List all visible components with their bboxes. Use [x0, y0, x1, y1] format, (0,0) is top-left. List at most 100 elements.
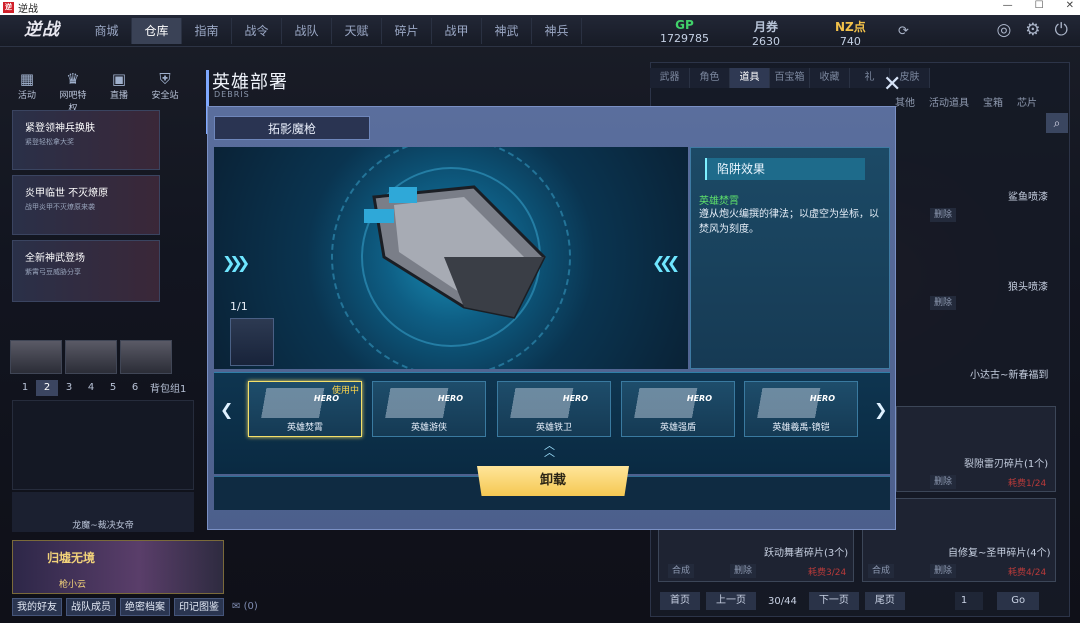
compose-button[interactable]: 合成: [668, 564, 695, 578]
inventory-subtab[interactable]: 活动道具: [929, 94, 969, 109]
nav-tab[interactable]: 商城: [82, 18, 132, 44]
page-tab[interactable]: 4: [80, 380, 102, 396]
nav-tab[interactable]: 神兵: [532, 18, 582, 44]
hero-card[interactable]: HERO 英雄强盾: [621, 381, 735, 437]
delete-button[interactable]: 删除: [930, 208, 957, 222]
hero-badge: HERO: [437, 394, 463, 403]
social-button[interactable]: 印记图鉴: [174, 598, 224, 616]
power-icon[interactable]: ⏻: [1055, 20, 1068, 40]
first-page-button[interactable]: 首页: [660, 592, 700, 610]
character-slot[interactable]: [120, 340, 172, 374]
hero-thumbnail[interactable]: [230, 318, 274, 366]
prev-hero-arrow[interactable]: ❮: [220, 400, 233, 419]
delete-button[interactable]: 删除: [930, 475, 957, 489]
character-slot[interactable]: [10, 340, 62, 374]
coupon-display: 月券 2630: [752, 18, 780, 48]
hero-art: [383, 388, 471, 418]
next-hero-arrow[interactable]: ❯: [874, 400, 887, 419]
inventory-subtab[interactable]: 芯片: [1017, 94, 1037, 109]
backpack-group[interactable]: 背包组1: [150, 380, 186, 395]
go-button[interactable]: Go: [997, 592, 1040, 610]
banner-2[interactable]: 炎甲临世 不灭燎原 战甲炎甲不灭燎原来袭: [12, 175, 160, 235]
page-tab[interactable]: 2: [36, 380, 58, 396]
sidebar-shortcut[interactable]: ⛨ 安全站: [150, 70, 180, 114]
close-icon[interactable]: ✕: [883, 74, 901, 96]
sidebar-shortcut[interactable]: ▣ 直播: [104, 70, 134, 114]
coupon-value: 2630: [752, 35, 780, 48]
nav-tab[interactable]: 战令: [232, 18, 282, 44]
target-icon[interactable]: ◎: [996, 20, 1011, 40]
item-price: 耗费1/24: [1008, 479, 1047, 489]
gp-value: 1729785: [660, 32, 709, 45]
hero-card[interactable]: HERO 英雄羲禹-镜铠: [744, 381, 858, 437]
gear-icon[interactable]: ⚙: [1025, 20, 1040, 40]
prev-page-button[interactable]: 上一页: [706, 592, 756, 610]
hero-badge: HERO: [562, 394, 588, 403]
nz-display: NZ点 740: [835, 18, 866, 48]
nav-tab[interactable]: 天赋: [332, 18, 382, 44]
character-slot[interactable]: [65, 340, 117, 374]
compose-button[interactable]: 合成: [868, 564, 895, 578]
delete-button[interactable]: 删除: [730, 564, 757, 578]
hero-name: 英雄强盾: [659, 423, 696, 433]
sidebar-shortcut-label: 安全站: [151, 91, 179, 101]
minimize-button[interactable]: —: [1003, 0, 1013, 11]
mail-icon[interactable]: ✉ (0): [228, 598, 262, 616]
inventory-tab[interactable]: 角色: [690, 68, 730, 88]
inventory-tab[interactable]: 武器: [650, 68, 690, 88]
window-title: 逆战: [18, 4, 38, 15]
page-tab[interactable]: 5: [102, 380, 124, 396]
refresh-icon[interactable]: ⟳: [898, 24, 909, 39]
sidebar-shortcut[interactable]: ♛ 网吧特权: [58, 70, 88, 114]
hero-name: 英雄铁卫: [535, 423, 572, 433]
inventory-tab[interactable]: 道具: [730, 68, 770, 88]
hero-badge: HERO: [809, 394, 835, 403]
effect-name: 英雄焚霄: [699, 196, 739, 207]
last-page-button[interactable]: 尾页: [864, 592, 905, 610]
modal-subtitle: DEBRIS: [214, 90, 250, 99]
social-button[interactable]: 战队成员: [66, 598, 116, 616]
main-nav-tabs: 商城 仓库 指南 战令 战队 天赋 碎片 战甲 神武 神兵: [82, 18, 582, 44]
nav-tab[interactable]: 战队: [282, 18, 332, 44]
unload-button[interactable]: 卸载: [477, 466, 629, 496]
page-input[interactable]: 1: [954, 592, 984, 610]
next-page-button[interactable]: 下一页: [808, 592, 859, 610]
page-tab[interactable]: 3: [58, 380, 80, 396]
trap-device-image: [364, 185, 546, 319]
effect-header: 陷阱效果: [705, 158, 865, 180]
nav-tab[interactable]: 碎片: [382, 18, 432, 44]
delete-button[interactable]: 删除: [930, 296, 957, 310]
sidebar-shortcut[interactable]: ▦ 活动: [12, 70, 42, 114]
weapon-preview: [214, 147, 688, 369]
weapon-tab[interactable]: 拓影魔枪: [214, 116, 370, 140]
hero-name: 英雄游侠: [410, 423, 447, 433]
banner-3[interactable]: 全新神武登场 紫霄弓豆威胁分享: [12, 240, 160, 302]
nav-tab[interactable]: 指南: [182, 18, 232, 44]
nav-tab[interactable]: 仓库: [132, 18, 182, 44]
inventory-item-name: 狼头喷漆: [1008, 282, 1048, 293]
delete-button[interactable]: 删除: [930, 564, 957, 578]
close-window-button[interactable]: ✕: [1066, 0, 1074, 11]
social-button[interactable]: 绝密档案: [120, 598, 170, 616]
page-tab[interactable]: 1: [14, 380, 36, 396]
nav-tab[interactable]: 战甲: [432, 18, 482, 44]
social-button[interactable]: 我的好友: [12, 598, 62, 616]
banner-1[interactable]: 紧登领神兵换肤 紧登轻松拿大奖: [12, 110, 160, 170]
inventory-subtabs: 其他 活动道具 宝箱 芯片: [895, 94, 1037, 109]
hero-card[interactable]: HERO 英雄铁卫: [497, 381, 611, 437]
sidebar-shortcut-label: 直播: [109, 91, 128, 101]
nav-tab[interactable]: 神武: [482, 18, 532, 44]
page-tab[interactable]: 6: [124, 380, 146, 396]
left-sidebar: ▦ 活动 ♛ 网吧特权 ▣ 直播 ⛨ 安全站: [10, 70, 182, 114]
inventory-subtab[interactable]: 宝箱: [983, 94, 1003, 109]
search-icon[interactable]: ⌕: [1046, 113, 1068, 133]
hero-card[interactable]: HERO 英雄游侠: [372, 381, 486, 437]
hero-card[interactable]: HERO 英雄焚霄 使用中: [248, 381, 362, 437]
hero-art: [632, 388, 720, 418]
shield-icon: ⛨: [159, 70, 171, 88]
guild-banner[interactable]: 归墟无境 枪小云: [12, 540, 224, 594]
banner-1-sub: 紧登轻松拿大奖: [25, 138, 74, 146]
inventory-tab[interactable]: 收藏: [810, 68, 850, 88]
maximize-button[interactable]: ☐: [1035, 0, 1044, 11]
inventory-tab[interactable]: 百宝箱: [770, 68, 810, 88]
